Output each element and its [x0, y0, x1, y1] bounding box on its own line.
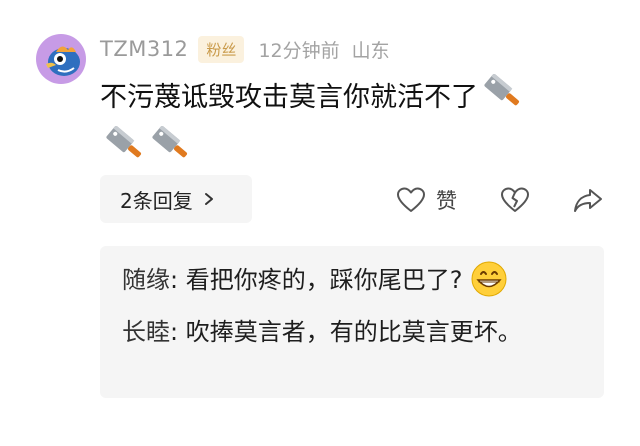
chevron-right-icon	[204, 193, 213, 205]
grinning-face-icon	[470, 260, 508, 298]
cleaver-knife-icon	[146, 126, 190, 166]
like-label: 赞	[436, 189, 457, 213]
comment-body: 不污蔑诋毁攻击莫言你就活不了	[100, 72, 600, 176]
view-replies-button[interactable]: 2条回复	[100, 175, 252, 223]
timestamp: 12分钟前	[258, 39, 340, 62]
cleaver-knife-icon	[100, 126, 144, 166]
cleaver-knife-icon	[478, 74, 522, 114]
replies-count-label: 2条回复	[120, 188, 193, 213]
fan-badge: 粉丝	[198, 35, 245, 63]
reply-item: 长睦: 吹捧莫言者，有的比莫言更坏。	[122, 312, 562, 352]
location: 山东	[351, 39, 390, 62]
reply-text: 吹捧莫言者，有的比莫言更坏。	[185, 318, 522, 346]
reply-author[interactable]: 随缘	[122, 266, 170, 294]
avatar[interactable]	[36, 34, 86, 84]
comment-text: 不污蔑诋毁攻击莫言你就活不了	[100, 82, 478, 113]
share-arrow-icon	[574, 189, 602, 212]
share-button[interactable]	[572, 180, 604, 220]
like-button[interactable]: 赞	[396, 180, 457, 220]
reply-separator: :	[170, 266, 186, 294]
comment-meta: TZM312 粉丝 12分钟前 山东	[100, 33, 390, 65]
reply-separator: :	[170, 318, 186, 346]
dislike-button[interactable]	[500, 180, 530, 220]
reply-author[interactable]: 长睦	[122, 318, 170, 346]
broken-heart-icon	[501, 187, 529, 212]
replies-preview[interactable]: 随缘: 看把你疼的，踩你尾巴了? 长睦: 吹捧莫言者，有的比莫言更坏。	[100, 246, 604, 398]
reply-text: 看把你疼的，踩你尾巴了?	[185, 266, 463, 294]
reply-item: 随缘: 看把你疼的，踩你尾巴了?	[122, 260, 592, 300]
username[interactable]: TZM312	[100, 37, 188, 61]
heart-outline-icon	[397, 187, 425, 212]
bird-avatar-icon	[36, 34, 86, 84]
